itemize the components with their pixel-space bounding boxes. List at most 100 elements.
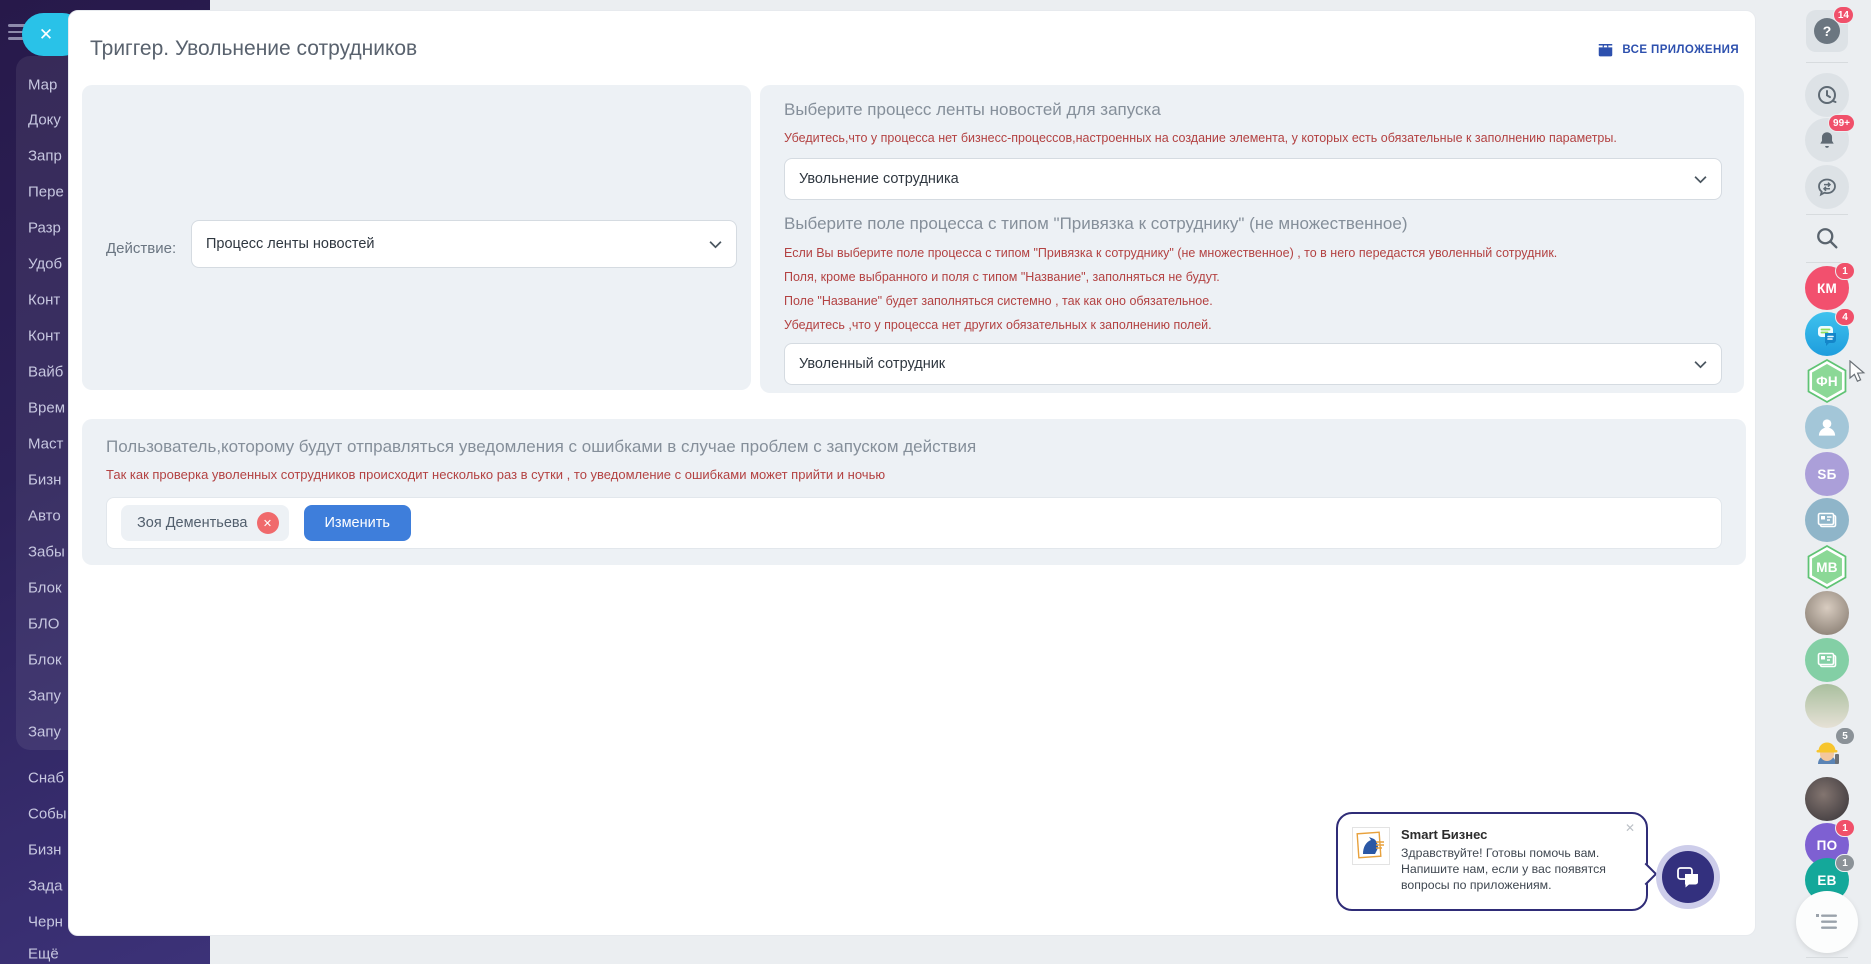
avatar-worker[interactable]: 5	[1805, 727, 1855, 775]
field-warning-1: Если Вы выберите поле процесса с типом "…	[784, 246, 1558, 260]
chat-widget-title: Smart Бизнес	[1401, 827, 1488, 842]
avatar-contact-card[interactable]	[1805, 498, 1849, 542]
smart-biznes-logo	[1352, 827, 1390, 865]
process-select-value: Увольнение сотрудника	[799, 171, 959, 187]
notify-heading: Пользователь,которому будут отправляться…	[106, 437, 977, 456]
sidebar-item[interactable]: Бизн	[28, 842, 61, 859]
notify-warning: Так как проверка уволенных сотрудников п…	[106, 467, 886, 482]
sidebar-item[interactable]: Собы	[28, 806, 67, 823]
field-warning-4: Убедитесь ,что у процесса нет других обя…	[784, 318, 1212, 332]
all-apps-label: ВСЕ ПРИЛОЖЕНИЯ	[1622, 44, 1739, 56]
avatar-initials: ФН	[1816, 373, 1838, 389]
sidebar-item[interactable]: Блок	[28, 580, 62, 597]
chat-widget-popup: Smart Бизнес Здравствуйте! Готовы помочь…	[1336, 812, 1648, 911]
avatar-badge: 5	[1835, 727, 1855, 745]
rail-menu-button[interactable]	[1796, 891, 1858, 953]
main-card: Триггер. Увольнение сотрудников ВСЕ ПРИЛ…	[68, 10, 1756, 936]
sidebar-item[interactable]: Бизн	[28, 472, 61, 489]
chat-fab-button[interactable]	[1656, 845, 1720, 909]
sidebar-item[interactable]: Конт	[28, 292, 60, 309]
chat-bubbles-icon	[1818, 326, 1836, 346]
chat-widget-message: Здравствуйте! Готовы помочь вам. Напишит…	[1401, 846, 1606, 893]
briefcase-icon	[1599, 44, 1613, 57]
avatar-badge: 1	[1835, 819, 1855, 837]
sidebar-item[interactable]: Авто	[28, 508, 61, 525]
action-panel: Действие: Процесс ленты новостей	[82, 85, 751, 390]
sidebar-item[interactable]: Блок	[28, 652, 62, 669]
avatar-contact-card-green[interactable]	[1805, 638, 1849, 682]
avatar-km[interactable]: КМ 1	[1805, 262, 1855, 310]
change-user-button[interactable]: Изменить	[303, 505, 411, 541]
close-icon: ✕	[38, 24, 54, 44]
app-window: Мар Доку Запр Пере Разр Удоб Конт Конт В…	[0, 0, 1871, 964]
avatar-initials: ПО	[1816, 837, 1838, 853]
sidebar-item[interactable]: Доку	[28, 112, 61, 129]
sidebar-item[interactable]: Врем	[28, 400, 65, 417]
chat-widget-content: Smart Бизнес Здравствуйте! Готовы помочь…	[1401, 827, 1613, 899]
notifications-button[interactable]: 99+	[1805, 114, 1855, 162]
page-title: Триггер. Увольнение сотрудников	[90, 37, 418, 60]
avatar-photo[interactable]	[1805, 777, 1849, 821]
remove-user-icon[interactable]: ✕	[256, 512, 279, 534]
sidebar-item[interactable]: Запу	[28, 724, 61, 741]
notifications-badge: 99+	[1828, 114, 1855, 132]
person-icon	[1818, 419, 1836, 436]
search-button[interactable]	[1813, 224, 1841, 252]
list-menu-icon	[1816, 914, 1837, 929]
field-select[interactable]: Уволенный сотрудник	[784, 343, 1722, 385]
id-card-icon	[1817, 652, 1837, 668]
sidebar-item[interactable]: Забы	[28, 544, 65, 561]
field-warning-2: Поля, кроме выбранного и поля с типом "Н…	[784, 270, 1220, 284]
sidebar-item-more[interactable]: Ещё	[28, 946, 59, 963]
sidebar-item[interactable]: Снаб	[28, 770, 64, 787]
all-apps-link[interactable]: ВСЕ ПРИЛОЖЕНИЯ	[1596, 41, 1739, 59]
rail-divider	[1806, 62, 1848, 63]
sidebar-item[interactable]: Мар	[28, 77, 57, 94]
sidebar-item[interactable]: Черн	[28, 914, 63, 931]
rail-divider	[1806, 214, 1848, 215]
sidebar-item[interactable]: Запр	[28, 148, 62, 165]
notify-panel: Пользователь,которому будут отправляться…	[82, 419, 1746, 565]
sidebar-item[interactable]: Зада	[28, 878, 63, 895]
sidebar-item[interactable]: Вайб	[28, 364, 63, 381]
action-select[interactable]: Процесс ленты новостей	[191, 220, 737, 268]
chat-close-icon[interactable]: ✕	[1625, 821, 1635, 835]
avatar-badge: 4	[1835, 308, 1855, 326]
id-card-icon	[1817, 512, 1837, 528]
process-warning: Убедитесь,что у процесса нет бизнесс-про…	[784, 131, 1617, 145]
user-chip: Зоя Дементьева ✕	[121, 505, 289, 541]
sidebar-item[interactable]: БЛО	[28, 616, 59, 633]
process-panel: Выберите процесс ленты новостей для запу…	[760, 85, 1744, 393]
sidebar-item[interactable]: Запу	[28, 688, 61, 705]
history-button[interactable]	[1805, 73, 1849, 117]
avatar-person[interactable]	[1805, 405, 1849, 449]
sidebar-item[interactable]: Удоб	[28, 256, 62, 273]
action-select-value: Процесс ленты новостей	[206, 236, 375, 252]
chevron-down-icon	[1694, 175, 1707, 183]
messenger-exchange-button[interactable]	[1805, 165, 1849, 209]
field-select-value: Уволенный сотрудник	[799, 356, 946, 372]
avatar-fn[interactable]: ФН	[1805, 359, 1849, 403]
chat-exchange-icon	[1818, 178, 1836, 197]
field-warning-3: Поле "Название" будет заполняться систем…	[784, 294, 1213, 308]
avatar-mv[interactable]: МВ	[1805, 545, 1849, 589]
rail-divider	[1806, 957, 1848, 958]
avatar-initials: КМ	[1816, 280, 1838, 296]
avatar-sb[interactable]: SБ	[1805, 452, 1849, 496]
avatar-badge: 1	[1835, 854, 1855, 872]
action-label: Действие:	[106, 240, 177, 257]
sidebar-item[interactable]: Конт	[28, 328, 60, 345]
avatar-photo[interactable]	[1805, 591, 1849, 635]
process-select[interactable]: Увольнение сотрудника	[784, 158, 1722, 200]
sidebar-item[interactable]: Пере	[28, 184, 64, 201]
chevron-down-icon	[709, 240, 722, 248]
avatar-messenger[interactable]: 4	[1805, 308, 1855, 356]
chat-bubbles-icon	[1677, 867, 1698, 888]
process-heading: Выберите процесс ленты новостей для запу…	[784, 100, 1161, 119]
help-button[interactable]: ? 14	[1806, 6, 1854, 52]
avatar-photo[interactable]	[1805, 684, 1849, 728]
avatar-initials: МВ	[1816, 559, 1838, 575]
help-badge: 14	[1832, 6, 1854, 24]
sidebar-item[interactable]: Маст	[28, 436, 63, 453]
sidebar-item[interactable]: Разр	[28, 220, 61, 237]
